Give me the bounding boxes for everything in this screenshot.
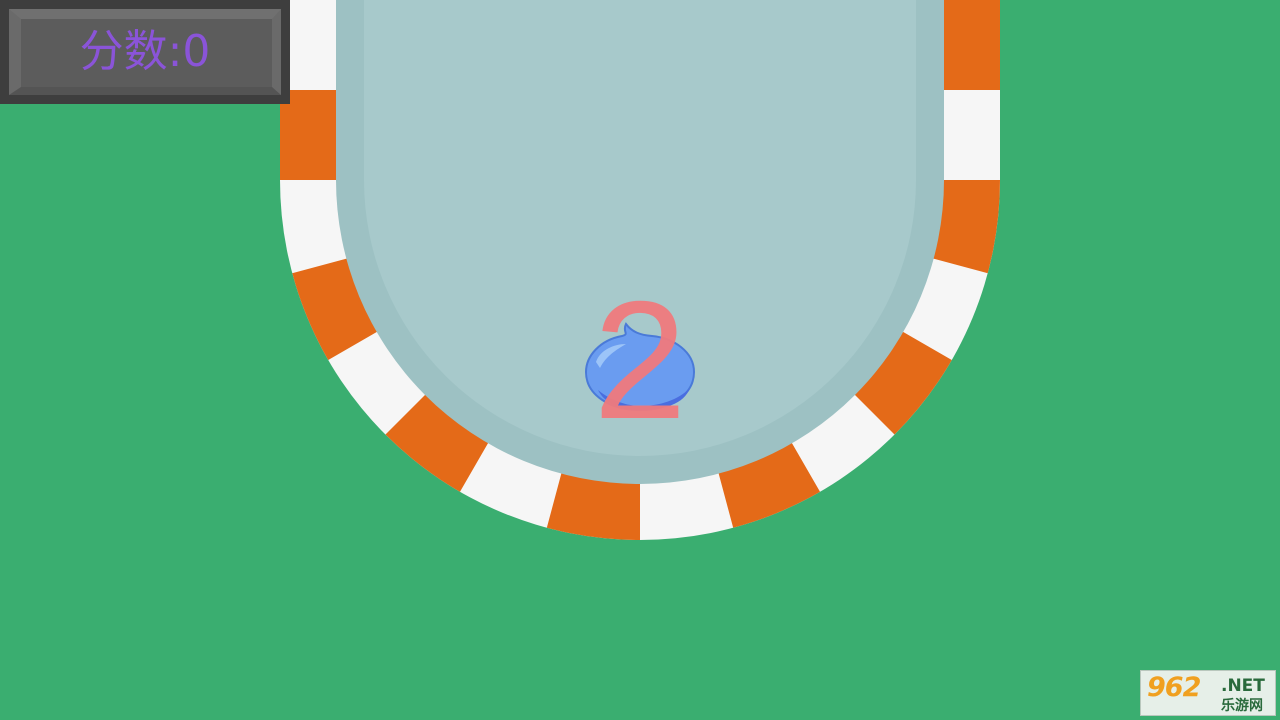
962-logo-icon: 962 [1147, 672, 1201, 703]
score-display: 分数:0 [0, 0, 290, 104]
score-label: 分数 [79, 26, 168, 77]
watermark-domain: .NET [1221, 676, 1265, 696]
score-value: 0 [182, 26, 211, 77]
watermark-site-name: 乐游网 [1221, 698, 1263, 714]
watermark: 962 .NET 乐游网 [1140, 670, 1276, 716]
score-panel: 分数:0 [0, 0, 290, 104]
game-stage[interactable]: 分数:0 2 962 .NET 乐游网 [0, 0, 1280, 720]
curb-stripe [944, 0, 1000, 90]
countdown-number: 2 [593, 266, 687, 454]
score-separator: : [167, 26, 183, 77]
